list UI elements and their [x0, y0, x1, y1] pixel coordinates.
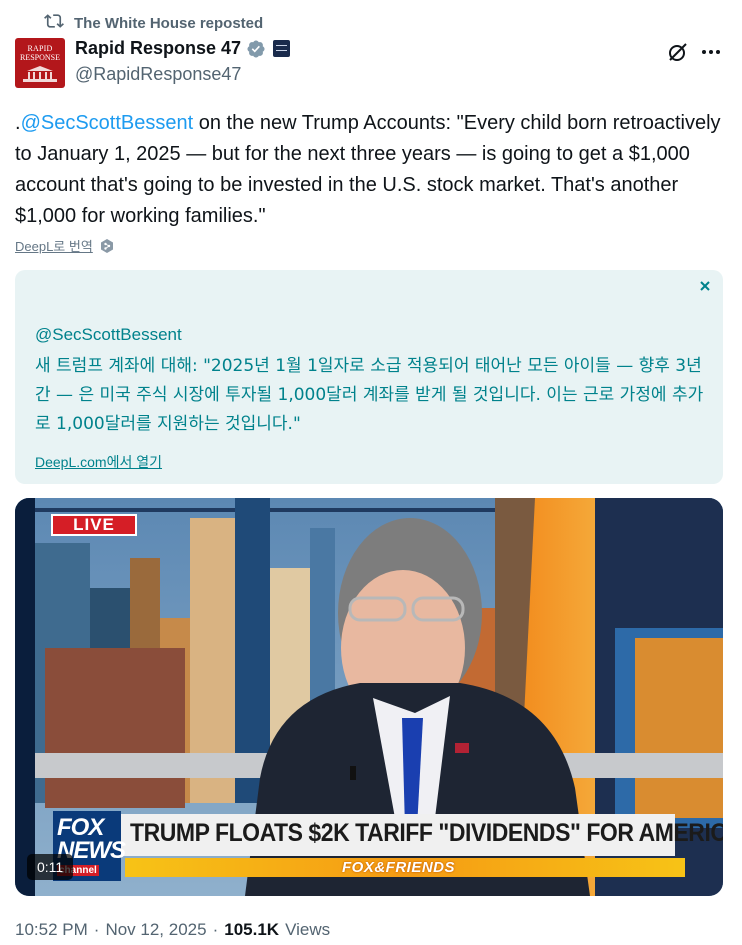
- author-avatar[interactable]: RAPID RESPONSE: [15, 38, 65, 88]
- building-icon: [23, 66, 57, 82]
- author-name-row: Rapid Response 47: [75, 38, 291, 59]
- show-name: FOX&FRIENDS: [342, 859, 456, 876]
- author-name[interactable]: Rapid Response 47: [75, 38, 241, 59]
- tweet-time[interactable]: 10:52 PM: [15, 920, 88, 940]
- author-handle[interactable]: @RapidResponse47: [75, 64, 241, 85]
- video-player[interactable]: LIVE TRUMP FLOATS $2K TARIFF "DIVIDENDS"…: [15, 498, 723, 896]
- translation-panel: @SecScottBessent 새 트럼프 계좌에 대해: "2025년 1월…: [15, 270, 723, 484]
- open-in-deepl-link[interactable]: DeepL.com에서 열기: [35, 452, 162, 472]
- tweet-meta: 10:52 PM · Nov 12, 2025 · 105.1K Views: [15, 920, 330, 940]
- tweet-text: .@SecScottBessent on the new Trump Accou…: [15, 108, 727, 232]
- repost-indicator[interactable]: The White House reposted: [44, 12, 263, 34]
- tweet-date[interactable]: Nov 12, 2025: [105, 920, 206, 940]
- repost-icon: [44, 11, 64, 35]
- avatar-text-line1: RAPID: [27, 44, 53, 53]
- live-badge: LIVE: [51, 514, 137, 536]
- views-label: Views: [285, 920, 331, 939]
- affiliation-badge-icon[interactable]: [273, 40, 291, 57]
- meta-separator: ·: [212, 920, 219, 939]
- verified-badge-icon[interactable]: [246, 39, 266, 59]
- translate-link-label: DeepL로 번역: [15, 239, 93, 254]
- tweet-mention-link[interactable]: @SecScottBessent: [21, 112, 194, 134]
- meta-separator: ·: [93, 920, 100, 939]
- views-count[interactable]: 105.1K: [224, 920, 279, 940]
- deepl-icon: [100, 238, 113, 253]
- avatar-text-line2: RESPONSE: [19, 53, 60, 62]
- translate-link[interactable]: DeepL로 번역: [15, 236, 115, 255]
- chyron-headline: TRUMP FLOATS $2K TARIFF "DIVIDENDS" FOR …: [130, 819, 723, 847]
- close-icon[interactable]: [698, 279, 712, 293]
- grok-icon[interactable]: [666, 40, 690, 64]
- video-timestamp: 0:11: [27, 854, 74, 880]
- translation-text: 새 트럼프 계좌에 대해: "2025년 1월 1일자로 소급 적용되어 태어난…: [35, 356, 704, 434]
- repost-label: The White House reposted: [74, 14, 264, 32]
- more-options-icon[interactable]: [699, 40, 723, 64]
- translation-mention[interactable]: @SecScottBessent: [35, 325, 182, 345]
